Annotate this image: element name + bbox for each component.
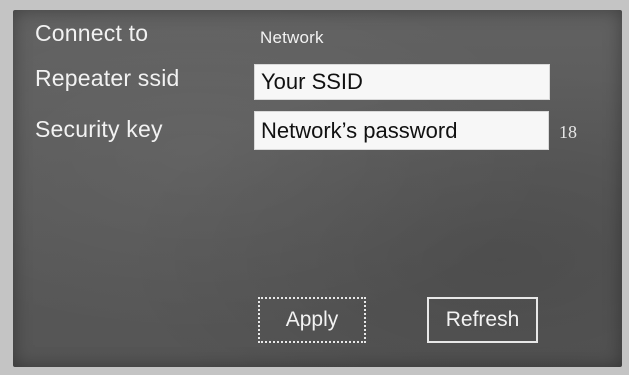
- apply-button[interactable]: Apply: [258, 297, 366, 343]
- connect-to-label: Connect to: [35, 20, 149, 46]
- refresh-button[interactable]: Refresh: [427, 297, 538, 343]
- security-key-field[interactable]: [254, 111, 549, 150]
- security-key-label: Security key: [35, 116, 163, 142]
- repeater-settings-panel: Connect to Network Repeater ssid Securit…: [13, 10, 622, 367]
- repeater-ssid-field[interactable]: [254, 64, 550, 100]
- repeater-ssid-label: Repeater ssid: [35, 65, 180, 91]
- connect-to-value: Network: [260, 28, 324, 47]
- photo-frame: Connect to Network Repeater ssid Securit…: [0, 0, 629, 375]
- security-key-length: 18: [559, 122, 577, 142]
